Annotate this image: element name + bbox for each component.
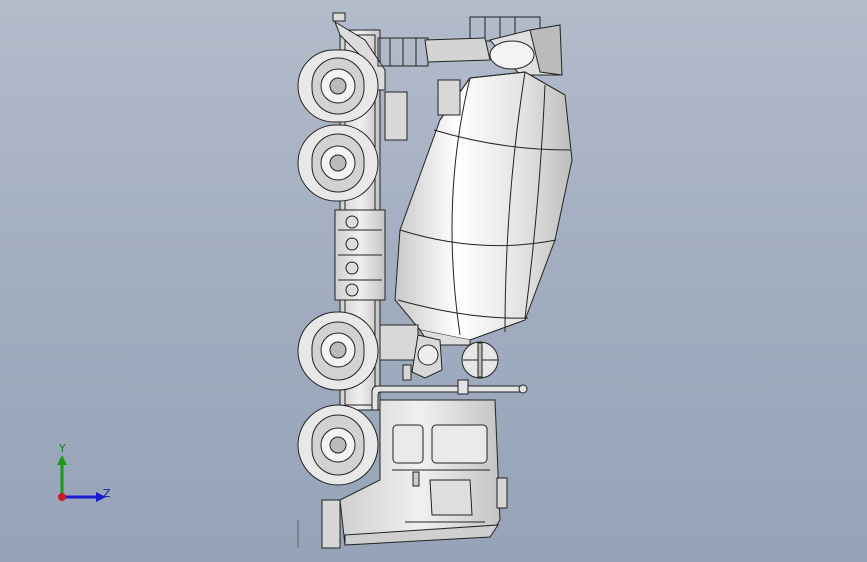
z-axis-label: Z: [103, 487, 111, 500]
coordinate-triad: [57, 455, 106, 502]
tire-rear-1: [297, 49, 379, 123]
graphics-viewport[interactable]: Y Z: [0, 0, 867, 562]
tire-rear-2: [297, 124, 379, 202]
tire-front-2: [297, 404, 379, 486]
mixer-drum: [394, 71, 573, 346]
y-axis-head: [57, 455, 67, 465]
y-axis-label: Y: [59, 442, 66, 455]
mixer-truck-model[interactable]: [0, 0, 867, 562]
tire-front-1: [297, 311, 379, 391]
x-axis-origin: [58, 493, 66, 501]
hopper-chute: [424, 24, 563, 76]
